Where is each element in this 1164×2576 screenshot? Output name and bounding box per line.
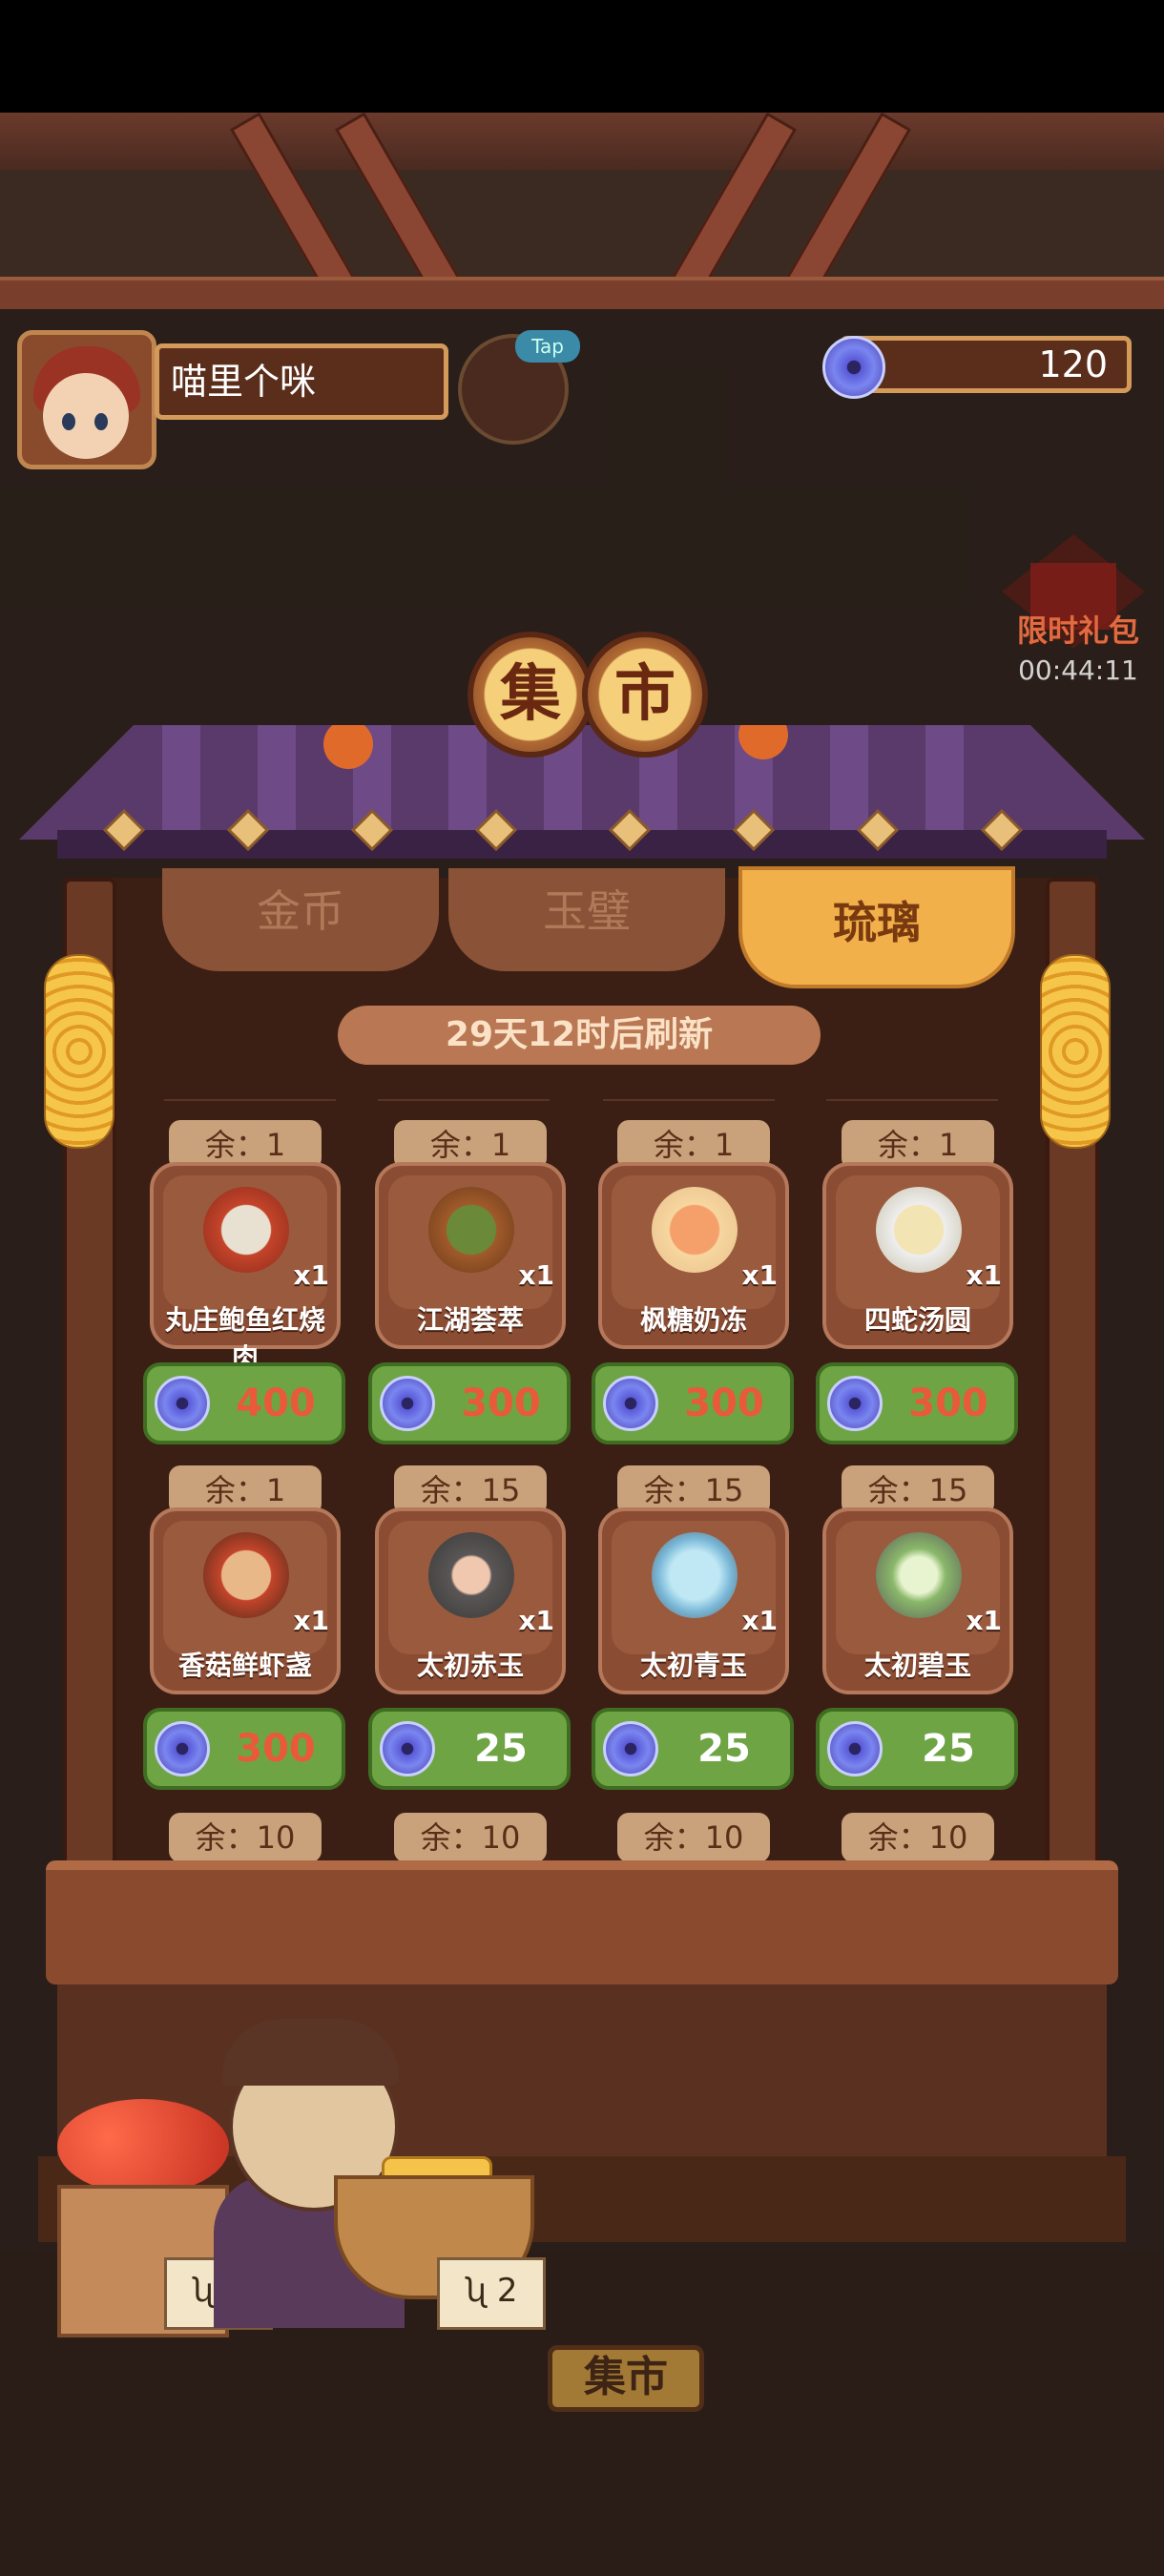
item-quantity: x1 xyxy=(518,1259,554,1291)
shop-title-char: 集 xyxy=(468,632,593,758)
item-quantity: x1 xyxy=(966,1605,1002,1636)
buy-button[interactable]: 300 xyxy=(816,1362,1018,1444)
jade-currency-icon xyxy=(603,1376,658,1431)
stock-remaining: 余：10 xyxy=(394,1813,547,1862)
blue-jade-ore-icon xyxy=(652,1532,738,1618)
item-price: 25 xyxy=(922,1727,975,1771)
buy-button[interactable]: 25 xyxy=(368,1708,571,1790)
item-name: 江湖荟萃 xyxy=(416,1304,524,1336)
item-quantity: x1 xyxy=(741,1605,778,1636)
tab-gold-coin[interactable]: 金币 xyxy=(162,868,439,971)
item-price: 300 xyxy=(908,1381,988,1425)
item-card[interactable]: x1 丸庄鲍鱼红烧肉 xyxy=(150,1162,341,1374)
player-name: 喵里个咪 xyxy=(155,343,448,420)
jade-currency-icon xyxy=(380,1376,435,1431)
divider xyxy=(164,1099,336,1101)
stall-counter xyxy=(46,1860,1118,1984)
jianghu-dish-icon xyxy=(428,1187,514,1273)
price-tag: ʯ 2 xyxy=(437,2257,546,2330)
fruit-pile-icon xyxy=(57,2099,229,2194)
jade-currency-icon xyxy=(155,1376,210,1431)
jade-currency-icon xyxy=(827,1721,883,1776)
promo-countdown: 00:44:11 xyxy=(1018,654,1138,686)
player-avatar[interactable] xyxy=(17,330,156,469)
item-price: 25 xyxy=(474,1727,528,1771)
roof-beam xyxy=(0,113,1164,170)
buy-button[interactable]: 300 xyxy=(592,1362,794,1444)
item-name: 太初赤玉 xyxy=(416,1650,524,1681)
buy-button[interactable]: 300 xyxy=(368,1362,571,1444)
item-card[interactable]: x1 太初赤玉 xyxy=(375,1507,566,1694)
divider xyxy=(378,1099,550,1101)
item-card[interactable]: x1 四蛇汤圆 xyxy=(822,1162,1013,1349)
stock-remaining: 余：10 xyxy=(617,1813,770,1862)
avatar-face xyxy=(43,373,129,459)
tab-glaze[interactable]: 琉璃 xyxy=(738,866,1015,988)
jade-currency-icon xyxy=(603,1721,658,1776)
item-quantity: x1 xyxy=(293,1259,329,1291)
market-sign: 集市 xyxy=(548,2345,704,2412)
red-jade-ore-icon xyxy=(428,1532,514,1618)
jade-currency-icon xyxy=(822,336,885,399)
shrimp-cup-icon xyxy=(203,1532,289,1618)
item-card[interactable]: x1 太初青玉 xyxy=(598,1507,789,1694)
jade-currency-icon xyxy=(827,1376,883,1431)
refresh-timer: 29天12时后刷新 xyxy=(338,1006,821,1065)
stock-remaining: 余：10 xyxy=(169,1813,322,1862)
item-name: 四蛇汤圆 xyxy=(863,1304,971,1336)
jade-currency-icon xyxy=(155,1721,210,1776)
item-price: 300 xyxy=(461,1381,541,1425)
maple-pudding-icon xyxy=(652,1187,738,1273)
item-card[interactable]: x1 江湖荟萃 xyxy=(375,1162,566,1349)
shop-roof xyxy=(19,710,1145,868)
buy-button[interactable]: 25 xyxy=(592,1708,794,1790)
item-name: 太初青玉 xyxy=(639,1650,747,1681)
buy-button[interactable]: 300 xyxy=(143,1708,345,1790)
item-price: 300 xyxy=(236,1727,316,1771)
item-quantity: x1 xyxy=(966,1259,1002,1291)
jade-currency-icon xyxy=(380,1721,435,1776)
vendor-hat xyxy=(221,2019,399,2086)
green-jade-ore-icon xyxy=(876,1532,962,1618)
dumpling-soup-icon xyxy=(876,1187,962,1273)
item-price: 300 xyxy=(684,1381,764,1425)
corn-decoration-icon xyxy=(44,954,114,1149)
item-card[interactable]: x1 香菇鲜虾盏 xyxy=(150,1507,341,1694)
item-price: 25 xyxy=(697,1727,751,1771)
buy-button[interactable]: 25 xyxy=(816,1708,1018,1790)
item-name: 香菇鲜虾盏 xyxy=(177,1650,312,1681)
item-card[interactable]: x1 太初碧玉 xyxy=(822,1507,1013,1694)
item-quantity: x1 xyxy=(741,1259,778,1291)
corn-decoration-icon xyxy=(1040,954,1111,1149)
item-quantity: x1 xyxy=(293,1605,329,1636)
tab-jade-disc[interactable]: 玉璧 xyxy=(448,868,725,971)
item-name: 太初碧玉 xyxy=(863,1650,971,1681)
item-card[interactable]: x1 枫糖奶冻 xyxy=(598,1162,789,1349)
promo-label: 限时礼包 xyxy=(1016,613,1139,649)
item-quantity: x1 xyxy=(518,1605,554,1636)
divider xyxy=(826,1099,998,1101)
item-price: 400 xyxy=(236,1381,316,1425)
stock-remaining: 余：10 xyxy=(842,1813,994,1862)
buy-button[interactable]: 400 xyxy=(143,1362,345,1444)
item-name: 枫糖奶冻 xyxy=(639,1304,747,1336)
shop-title-char: 市 xyxy=(582,632,708,758)
braised-pork-abalone-icon xyxy=(203,1187,289,1273)
tap-label: Tap xyxy=(515,330,580,363)
avatar-eye xyxy=(94,413,108,430)
avatar-eye xyxy=(62,413,75,430)
divider xyxy=(603,1099,775,1101)
